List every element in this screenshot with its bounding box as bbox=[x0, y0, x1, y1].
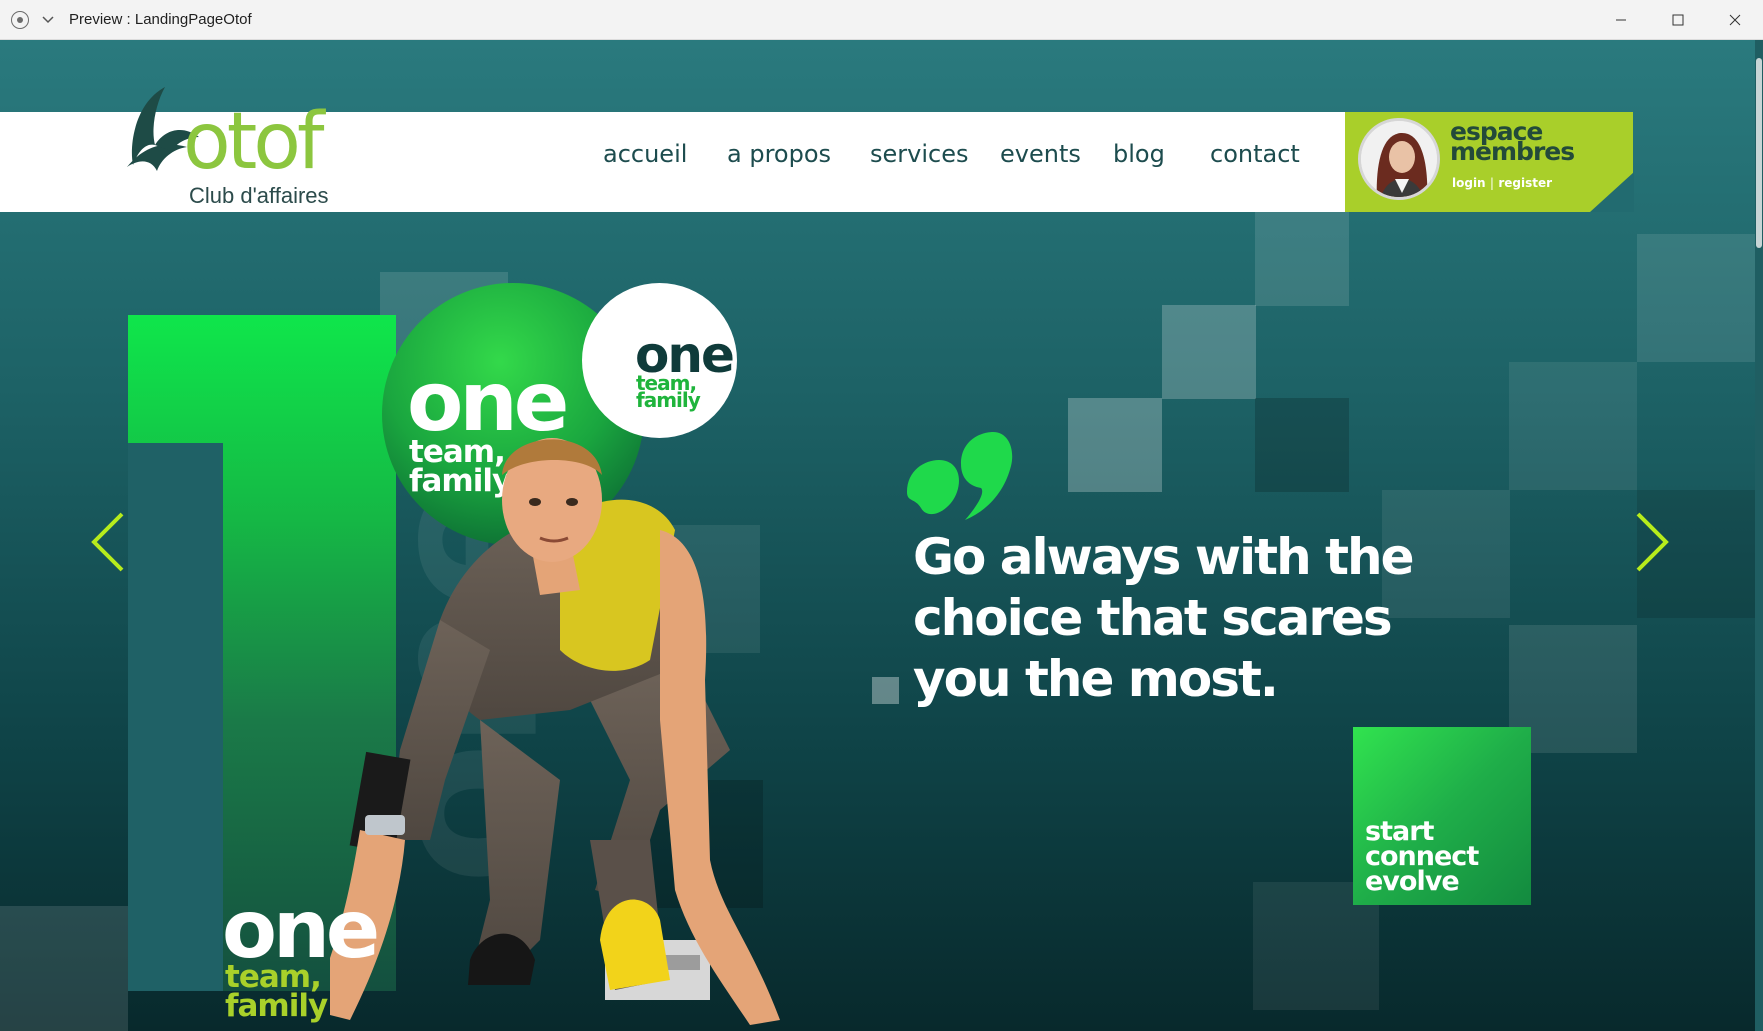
nav-services[interactable]: services bbox=[870, 140, 968, 168]
hero-quote: Go always with the choice that scares yo… bbox=[913, 528, 1414, 708]
minimize-button[interactable] bbox=[1592, 0, 1649, 40]
chevron-right-icon[interactable] bbox=[1632, 510, 1672, 574]
quote-icon bbox=[907, 432, 1013, 520]
members-links: login | register bbox=[1452, 176, 1553, 190]
deco-square bbox=[1509, 362, 1637, 490]
login-link[interactable]: login bbox=[1452, 176, 1486, 190]
logo-wordmark: otof bbox=[183, 97, 324, 187]
avatar bbox=[1358, 118, 1440, 200]
nav-a-propos[interactable]: a propos bbox=[727, 140, 831, 168]
deco-square bbox=[1637, 234, 1763, 362]
deco-square bbox=[1068, 398, 1162, 492]
one-banner-shadow bbox=[128, 443, 223, 991]
maximize-button[interactable] bbox=[1649, 0, 1706, 40]
logo-tagline: Club d'affaires bbox=[189, 183, 329, 208]
members-title: espace membres bbox=[1450, 117, 1575, 166]
team-family-small: team, family bbox=[636, 371, 701, 412]
deco-square bbox=[1255, 398, 1349, 492]
close-icon bbox=[1729, 14, 1740, 26]
start-connect-evolve-card[interactable]: start connect evolve bbox=[1353, 727, 1531, 905]
logo[interactable]: otof Club d'affaires bbox=[125, 85, 365, 210]
deco-square bbox=[1162, 305, 1256, 399]
one-bottom-text: one bbox=[222, 883, 380, 976]
record-icon[interactable] bbox=[11, 10, 29, 29]
chevron-left-icon[interactable] bbox=[88, 510, 128, 574]
chevron-down-icon[interactable] bbox=[41, 13, 55, 27]
deco-square bbox=[0, 906, 128, 1031]
nav-blog[interactable]: blog bbox=[1113, 140, 1165, 168]
window-title: Preview : LandingPageOtof bbox=[69, 11, 252, 28]
scrollbar-thumb[interactable] bbox=[1756, 58, 1762, 248]
window-titlebar: Preview : LandingPageOtof bbox=[0, 0, 1763, 40]
register-link[interactable]: register bbox=[1498, 176, 1552, 190]
members-panel-notch bbox=[1590, 172, 1634, 212]
minimize-icon bbox=[1615, 19, 1626, 21]
deco-square bbox=[1255, 212, 1349, 306]
nav-contact[interactable]: contact bbox=[1210, 140, 1300, 168]
close-button[interactable] bbox=[1706, 0, 1763, 40]
runner-image bbox=[330, 438, 780, 1025]
maximize-icon bbox=[1672, 14, 1683, 26]
nav-accueil[interactable]: accueil bbox=[603, 140, 687, 168]
nav-events[interactable]: events bbox=[1000, 140, 1081, 168]
team-family-bottom: team, family bbox=[225, 959, 328, 1024]
